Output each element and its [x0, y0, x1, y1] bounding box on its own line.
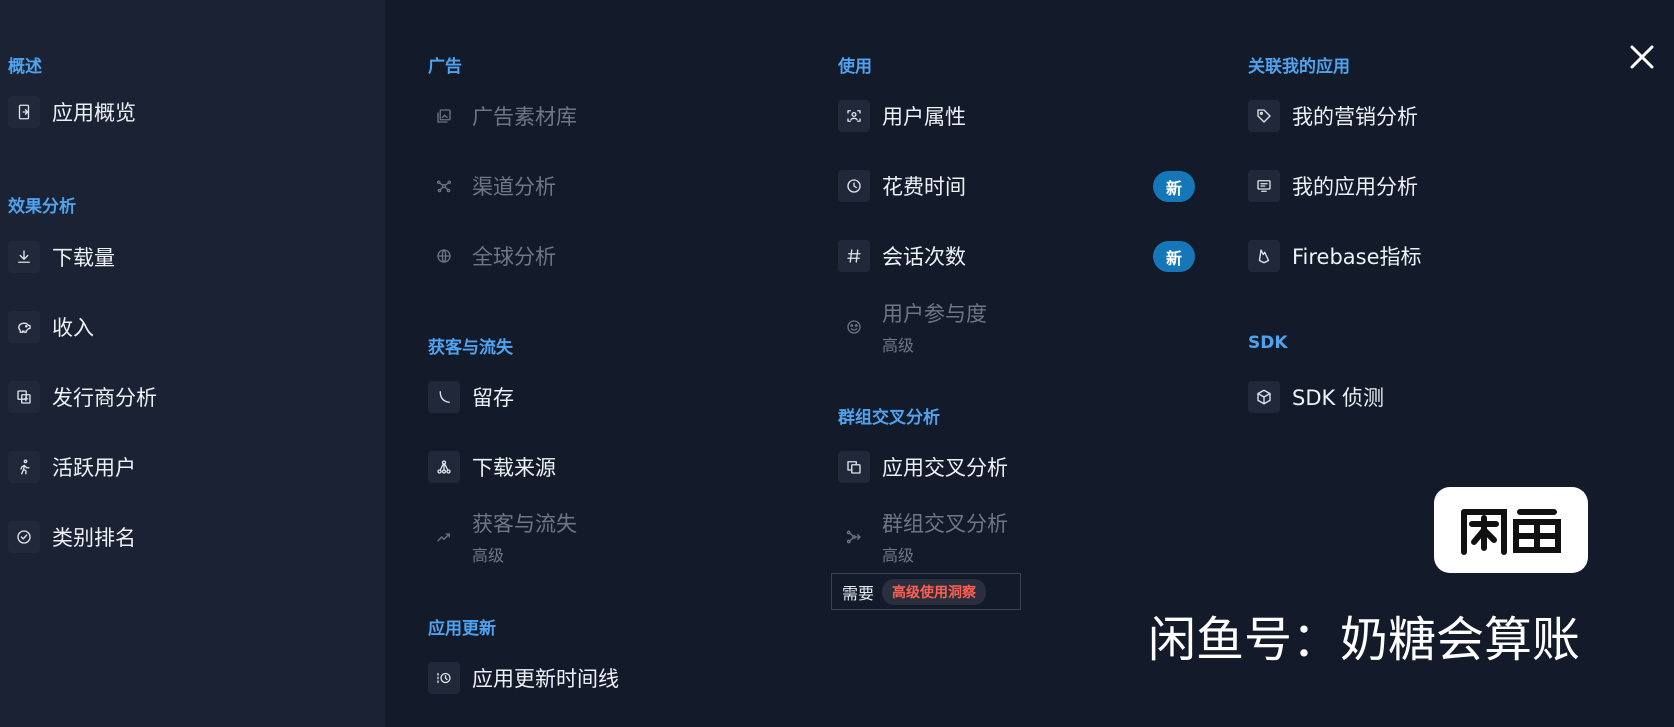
menu-item-my-marketing[interactable]: 我的营销分析	[1248, 100, 1418, 132]
menu-item-label: 应用交叉分析	[882, 456, 1008, 480]
menu-item-sdk-detection[interactable]: SDK 侦测	[1248, 381, 1384, 413]
premium-insight-pill[interactable]: 高级使用洞察	[882, 578, 987, 605]
tag-icon	[1248, 100, 1280, 132]
download-icon	[8, 241, 40, 273]
menu-item-publisher-analysis[interactable]: 发行商分析	[8, 381, 157, 413]
section-title-ads: 广告	[428, 57, 462, 77]
section-title-linked-apps: 关联我的应用	[1248, 57, 1350, 77]
menu-item-label: 用户属性	[882, 105, 966, 129]
menu-item-label: 我的营销分析	[1292, 105, 1418, 129]
network-icon	[428, 170, 460, 202]
menu-item-my-app-analysis[interactable]: 我的应用分析	[1248, 170, 1418, 202]
menu-item-label: 我的应用分析	[1292, 175, 1418, 199]
menu-item-app-overview[interactable]: 应用概览	[8, 96, 136, 128]
user-scan-icon	[838, 100, 870, 132]
running-person-icon	[8, 451, 40, 483]
menu-item-label: 应用更新时间线	[472, 667, 619, 691]
cube-icon	[1248, 381, 1280, 413]
premium-tag: 高级	[472, 546, 505, 565]
section-title-sdk: SDK	[1248, 333, 1288, 353]
menu-item-label: 渠道分析	[472, 175, 556, 199]
firebase-icon	[1248, 240, 1280, 272]
menu-item-download-source[interactable]: 下载来源	[428, 451, 556, 483]
menu-item-label: 花费时间	[882, 175, 966, 199]
watermark-text: 闲鱼号：奶糖会算账	[1148, 612, 1581, 668]
menu-item-app-cross-analysis[interactable]: 应用交叉分析	[838, 451, 1008, 483]
menu-item-channel-analysis[interactable]: 渠道分析	[428, 170, 556, 202]
clock-icon	[838, 170, 870, 202]
menu-item-firebase-metrics[interactable]: Firebase指标	[1248, 240, 1422, 272]
new-badge: 新	[1153, 241, 1195, 272]
menu-item-label: 广告素材库	[472, 105, 577, 129]
menu-item-revenue[interactable]: 收入	[8, 311, 94, 343]
xianyu-logo	[1434, 487, 1588, 573]
retention-curve-icon	[428, 381, 460, 413]
xianyu-logo-icon	[1461, 509, 1561, 555]
section-title-effect: 效果分析	[8, 197, 76, 217]
menu-item-active-users[interactable]: 活跃用户	[8, 451, 136, 483]
copy-icon	[838, 451, 870, 483]
menu-item-ad-library[interactable]: 广告素材库	[428, 100, 577, 132]
menu-item-label: 应用概览	[52, 101, 136, 125]
close-button[interactable]	[1626, 41, 1658, 73]
premium-tag: 高级	[882, 336, 915, 355]
section-title-cohort: 群组交叉分析	[838, 408, 940, 428]
menu-item-label: 会话次数	[882, 245, 966, 269]
menu-item-label: 类别排名	[52, 526, 136, 550]
menu-item-label: 群组交叉分析	[882, 512, 1008, 536]
menu-item-label: 全球分析	[472, 245, 556, 269]
merge-icon	[838, 521, 870, 553]
menu-item-label: 活跃用户	[52, 456, 136, 480]
section-title-usage: 使用	[838, 57, 872, 77]
badge-check-icon	[8, 521, 40, 553]
history-clock-icon	[428, 662, 460, 694]
menu-item-label: 下载量	[52, 246, 115, 270]
close-icon	[1630, 45, 1654, 69]
menu-item-label: 获客与流失	[472, 512, 577, 536]
gallery-icon	[428, 100, 460, 132]
menu-item-global-analysis[interactable]: 全球分析	[428, 240, 556, 272]
menu-item-label: 留存	[472, 386, 514, 410]
premium-tag: 高级	[882, 546, 915, 565]
face-icon	[838, 311, 870, 343]
source-tree-icon	[428, 451, 460, 483]
requires-label: 需要	[842, 583, 875, 603]
menu-item-cohort-cross-analysis[interactable]: 群组交叉分析 高级	[838, 508, 1008, 566]
hash-icon	[838, 240, 870, 272]
section-title-overview: 概述	[8, 57, 42, 77]
menu-item-label: 收入	[52, 316, 94, 340]
menu-item-category-ranking[interactable]: 类别排名	[8, 521, 136, 553]
menu-item-user-engagement[interactable]: 用户参与度 高级	[838, 298, 987, 356]
menu-item-label: Firebase指标	[1292, 245, 1422, 269]
section-title-acquisition: 获客与流失	[428, 338, 513, 358]
app-overview-icon	[8, 96, 40, 128]
publisher-icon	[8, 381, 40, 413]
trend-up-icon	[428, 521, 460, 553]
menu-item-user-attributes[interactable]: 用户属性	[838, 100, 966, 132]
section-title-updates: 应用更新	[428, 619, 496, 639]
piggy-bank-icon	[8, 311, 40, 343]
menu-item-sessions[interactable]: 会话次数	[838, 240, 966, 272]
requires-tooltip: 需要 高级使用洞察	[831, 573, 1021, 610]
menu-item-label: 发行商分析	[52, 386, 157, 410]
menu-item-label: SDK 侦测	[1292, 386, 1384, 410]
screen-chart-icon	[1248, 170, 1280, 202]
left-panel: 概述 应用概览 效果分析 下载量 收入 发行商分析 活跃用户 类别排名	[0, 0, 385, 727]
globe-icon	[428, 240, 460, 272]
menu-item-time-spent[interactable]: 花费时间	[838, 170, 966, 202]
menu-item-retention[interactable]: 留存	[428, 381, 514, 413]
new-badge: 新	[1153, 171, 1195, 202]
menu-item-label: 用户参与度	[882, 302, 987, 326]
menu-item-downloads[interactable]: 下载量	[8, 241, 115, 273]
menu-item-label: 下载来源	[472, 456, 556, 480]
menu-item-acquisition-churn[interactable]: 获客与流失 高级	[428, 508, 577, 566]
menu-item-update-timeline[interactable]: 应用更新时间线	[428, 662, 619, 694]
